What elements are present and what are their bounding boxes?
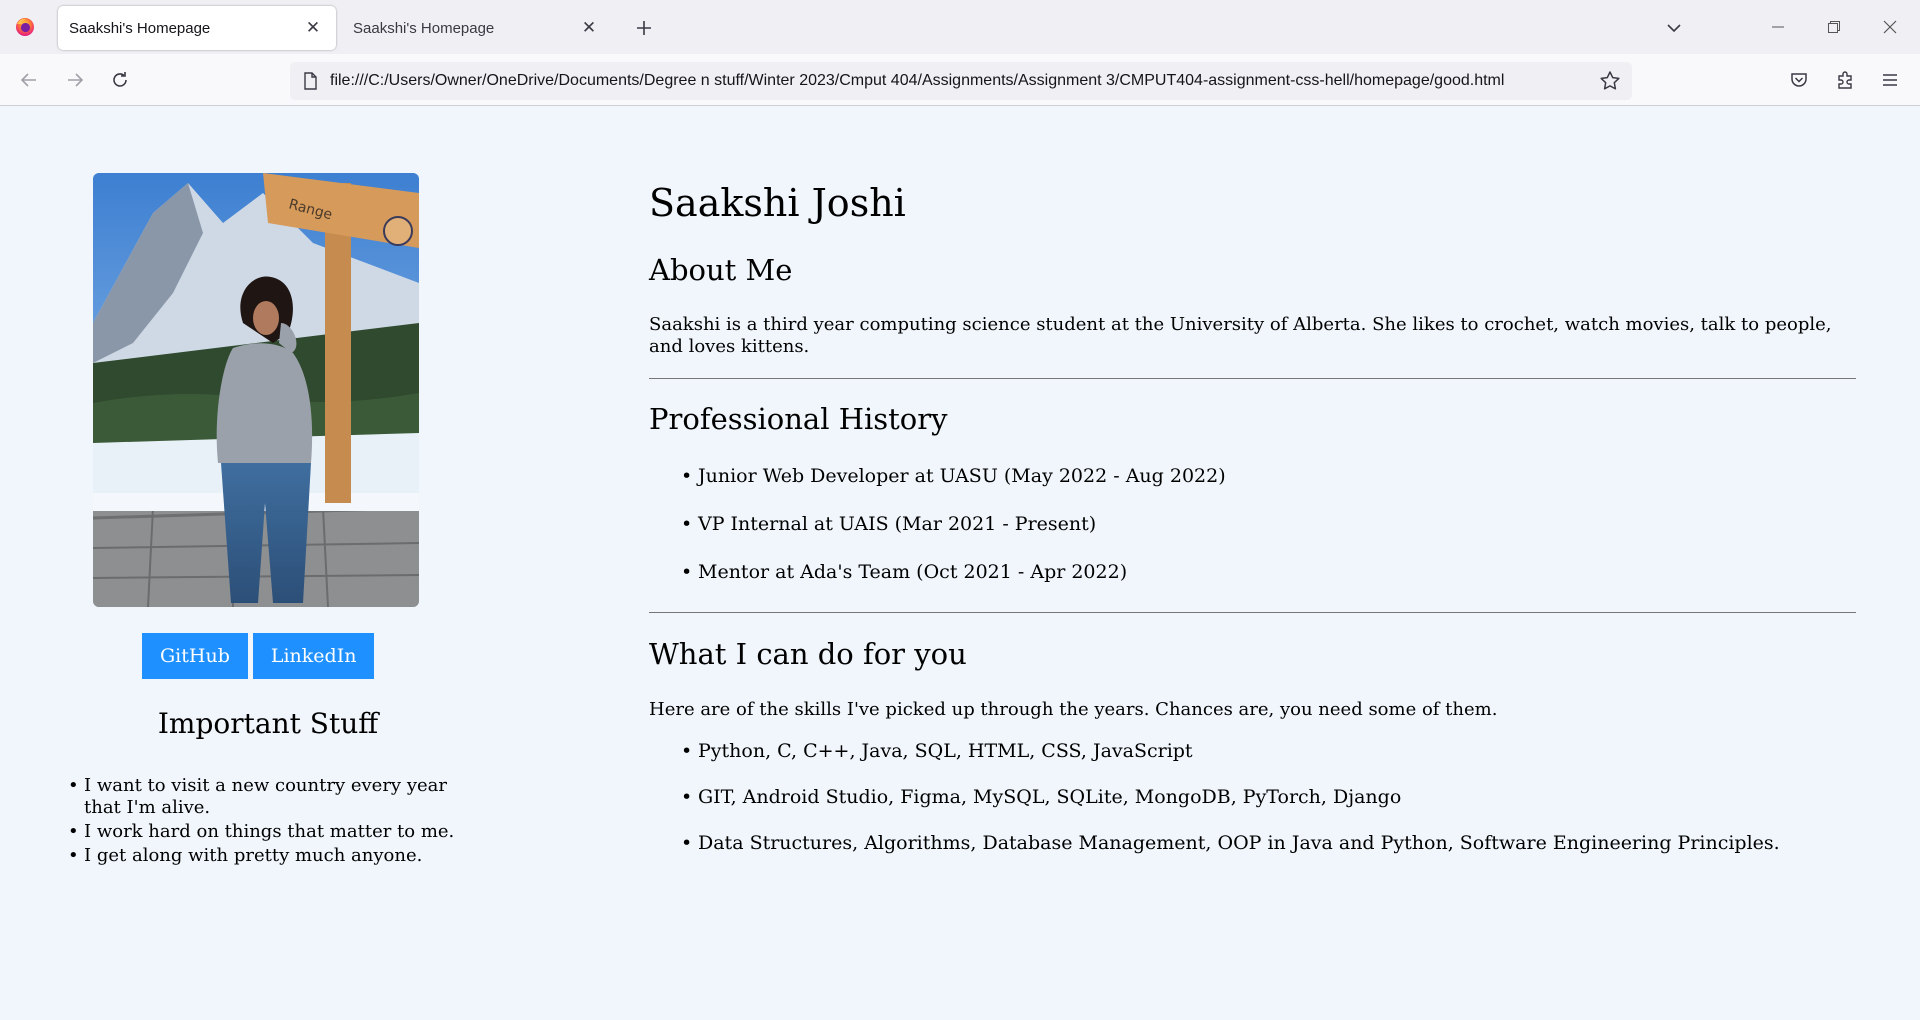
skills-list: Python, C, C++, Java, SQL, HTML, CSS, Ja… bbox=[681, 740, 1780, 878]
pocket-icon[interactable] bbox=[1785, 66, 1813, 94]
profile-photo: Range bbox=[93, 173, 419, 607]
url-text[interactable]: file:///C:/Users/Owner/OneDrive/Document… bbox=[330, 72, 1582, 90]
sidebar: Range GitHub LinkedIn Important Stuff I … bbox=[40, 107, 500, 1020]
arrow-right-icon[interactable] bbox=[59, 64, 91, 96]
list-item: Python, C, C++, Java, SQL, HTML, CSS, Ja… bbox=[681, 740, 1780, 786]
list-item: Junior Web Developer at UASU (May 2022 -… bbox=[681, 465, 1226, 513]
list-item: GIT, Android Studio, Figma, MySQL, SQLit… bbox=[681, 786, 1780, 832]
professional-history-heading: Professional History bbox=[649, 402, 948, 436]
url-bar[interactable]: file:///C:/Users/Owner/OneDrive/Document… bbox=[290, 62, 1632, 100]
tab-inactive[interactable]: Saakshi's Homepage ✕ bbox=[342, 6, 612, 50]
list-item: Mentor at Ada's Team (Oct 2021 - Apr 202… bbox=[681, 561, 1226, 609]
skills-heading: What I can do for you bbox=[649, 637, 967, 671]
tab-title: Saakshi's Homepage bbox=[353, 19, 495, 37]
divider bbox=[649, 612, 1856, 613]
skills-intro: Here are of the skills I've picked up th… bbox=[649, 699, 1498, 720]
navigation-bar: file:///C:/Users/Owner/OneDrive/Document… bbox=[0, 54, 1920, 106]
minimize-icon[interactable] bbox=[1758, 10, 1798, 44]
tab-bar: Saakshi's Homepage ✕ Saakshi's Homepage … bbox=[0, 0, 1920, 54]
arrow-left-icon[interactable] bbox=[13, 64, 45, 96]
about-heading: About Me bbox=[649, 253, 793, 287]
list-item: VP Internal at UAIS (Mar 2021 - Present) bbox=[681, 513, 1226, 561]
page-icon bbox=[304, 72, 317, 90]
star-icon[interactable] bbox=[1598, 69, 1622, 93]
page-content: Range GitHub LinkedIn Important Stuff I … bbox=[0, 107, 1920, 1020]
list-item: Data Structures, Algorithms, Database Ma… bbox=[681, 832, 1780, 878]
chevron-down-icon[interactable] bbox=[1660, 14, 1688, 42]
close-icon[interactable]: ✕ bbox=[302, 17, 324, 39]
reload-icon[interactable] bbox=[104, 64, 136, 96]
window-close-icon[interactable] bbox=[1870, 10, 1910, 44]
github-button[interactable]: GitHub bbox=[142, 633, 248, 679]
list-item: I get along with pretty much anyone. bbox=[68, 845, 488, 867]
divider bbox=[649, 378, 1856, 379]
plus-icon[interactable] bbox=[630, 14, 658, 42]
page-title: Saakshi Joshi bbox=[649, 181, 906, 225]
important-stuff-list: I want to visit a new country every year… bbox=[68, 775, 488, 869]
social-buttons: GitHub LinkedIn bbox=[142, 633, 375, 679]
tab-title: Saakshi's Homepage bbox=[69, 19, 211, 37]
puzzle-icon[interactable] bbox=[1831, 66, 1859, 94]
list-item: I work hard on things that matter to me. bbox=[68, 821, 488, 843]
hamburger-icon[interactable] bbox=[1876, 66, 1904, 94]
linkedin-button[interactable]: LinkedIn bbox=[252, 633, 375, 679]
important-stuff-heading: Important Stuff bbox=[157, 707, 379, 740]
firefox-icon bbox=[16, 18, 34, 36]
list-item: I want to visit a new country every year… bbox=[68, 775, 488, 819]
professional-history-list: Junior Web Developer at UASU (May 2022 -… bbox=[681, 465, 1226, 609]
close-icon[interactable]: ✕ bbox=[578, 17, 600, 39]
restore-icon[interactable] bbox=[1814, 10, 1854, 44]
about-text: Saakshi is a third year computing scienc… bbox=[649, 314, 1832, 357]
tab-active[interactable]: Saakshi's Homepage ✕ bbox=[58, 6, 336, 50]
